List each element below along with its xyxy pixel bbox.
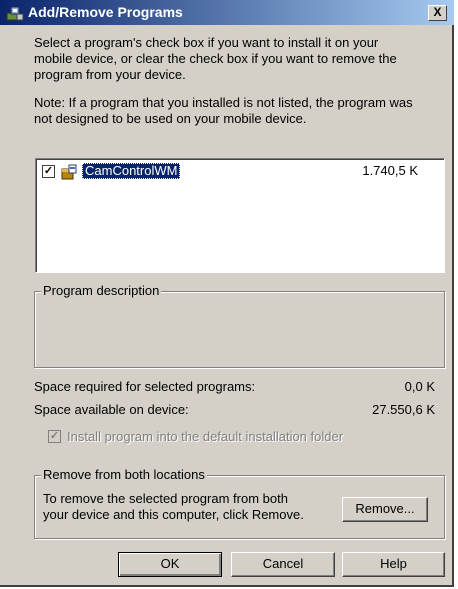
remove-group-label: Remove from both locations bbox=[41, 467, 207, 483]
cancel-button[interactable]: Cancel bbox=[231, 552, 335, 577]
add-remove-programs-dialog: Add/Remove Programs X Select a program's… bbox=[0, 0, 454, 587]
remove-button[interactable]: Remove... bbox=[342, 497, 428, 522]
program-checkbox[interactable]: ✓ bbox=[42, 165, 55, 178]
space-available-label: Space available on device: bbox=[34, 402, 189, 417]
list-item[interactable]: ✓ CamControlWM 1.740,5 K bbox=[36, 159, 436, 183]
install-default-checkbox[interactable]: ✓ bbox=[48, 430, 61, 443]
instructions-line-1: Select a program's check box if you want… bbox=[34, 35, 379, 50]
title-bar[interactable]: Add/Remove Programs X bbox=[0, 0, 454, 25]
remove-from-both-group: Remove from both locations To remove the… bbox=[34, 467, 445, 539]
install-default-label: Install program into the default install… bbox=[67, 429, 344, 444]
space-available-value: 27.550,6 K bbox=[372, 402, 435, 417]
space-required-label: Space required for selected programs: bbox=[34, 379, 256, 394]
program-name[interactable]: CamControlWM bbox=[82, 163, 181, 179]
program-description-group: Program description bbox=[34, 283, 445, 368]
program-size: 1.740,5 K bbox=[362, 163, 418, 178]
program-box-icon bbox=[61, 164, 77, 180]
help-button[interactable]: Help bbox=[342, 552, 445, 577]
note-line-2: not designed to be used on your mobile d… bbox=[34, 111, 307, 126]
close-icon: X bbox=[433, 5, 442, 19]
program-list[interactable]: ✓ CamControlWM 1.740,5 K bbox=[35, 158, 445, 273]
remove-text-line-1: To remove the selected program from both bbox=[43, 491, 288, 506]
close-button[interactable]: X bbox=[428, 5, 447, 21]
window-title: Add/Remove Programs bbox=[28, 4, 183, 20]
space-required-value: 0,0 K bbox=[404, 379, 435, 394]
add-remove-programs-icon bbox=[6, 6, 24, 21]
note-line-1: Note: If a program that you installed is… bbox=[34, 95, 413, 110]
instructions-line-2: mobile device, or clear the check box if… bbox=[34, 51, 397, 66]
remove-text-line-2: your device and this computer, click Rem… bbox=[43, 507, 304, 522]
instructions-line-3: program from your device. bbox=[34, 67, 186, 82]
ok-button[interactable]: OK bbox=[118, 552, 222, 577]
program-description-label: Program description bbox=[41, 283, 162, 299]
